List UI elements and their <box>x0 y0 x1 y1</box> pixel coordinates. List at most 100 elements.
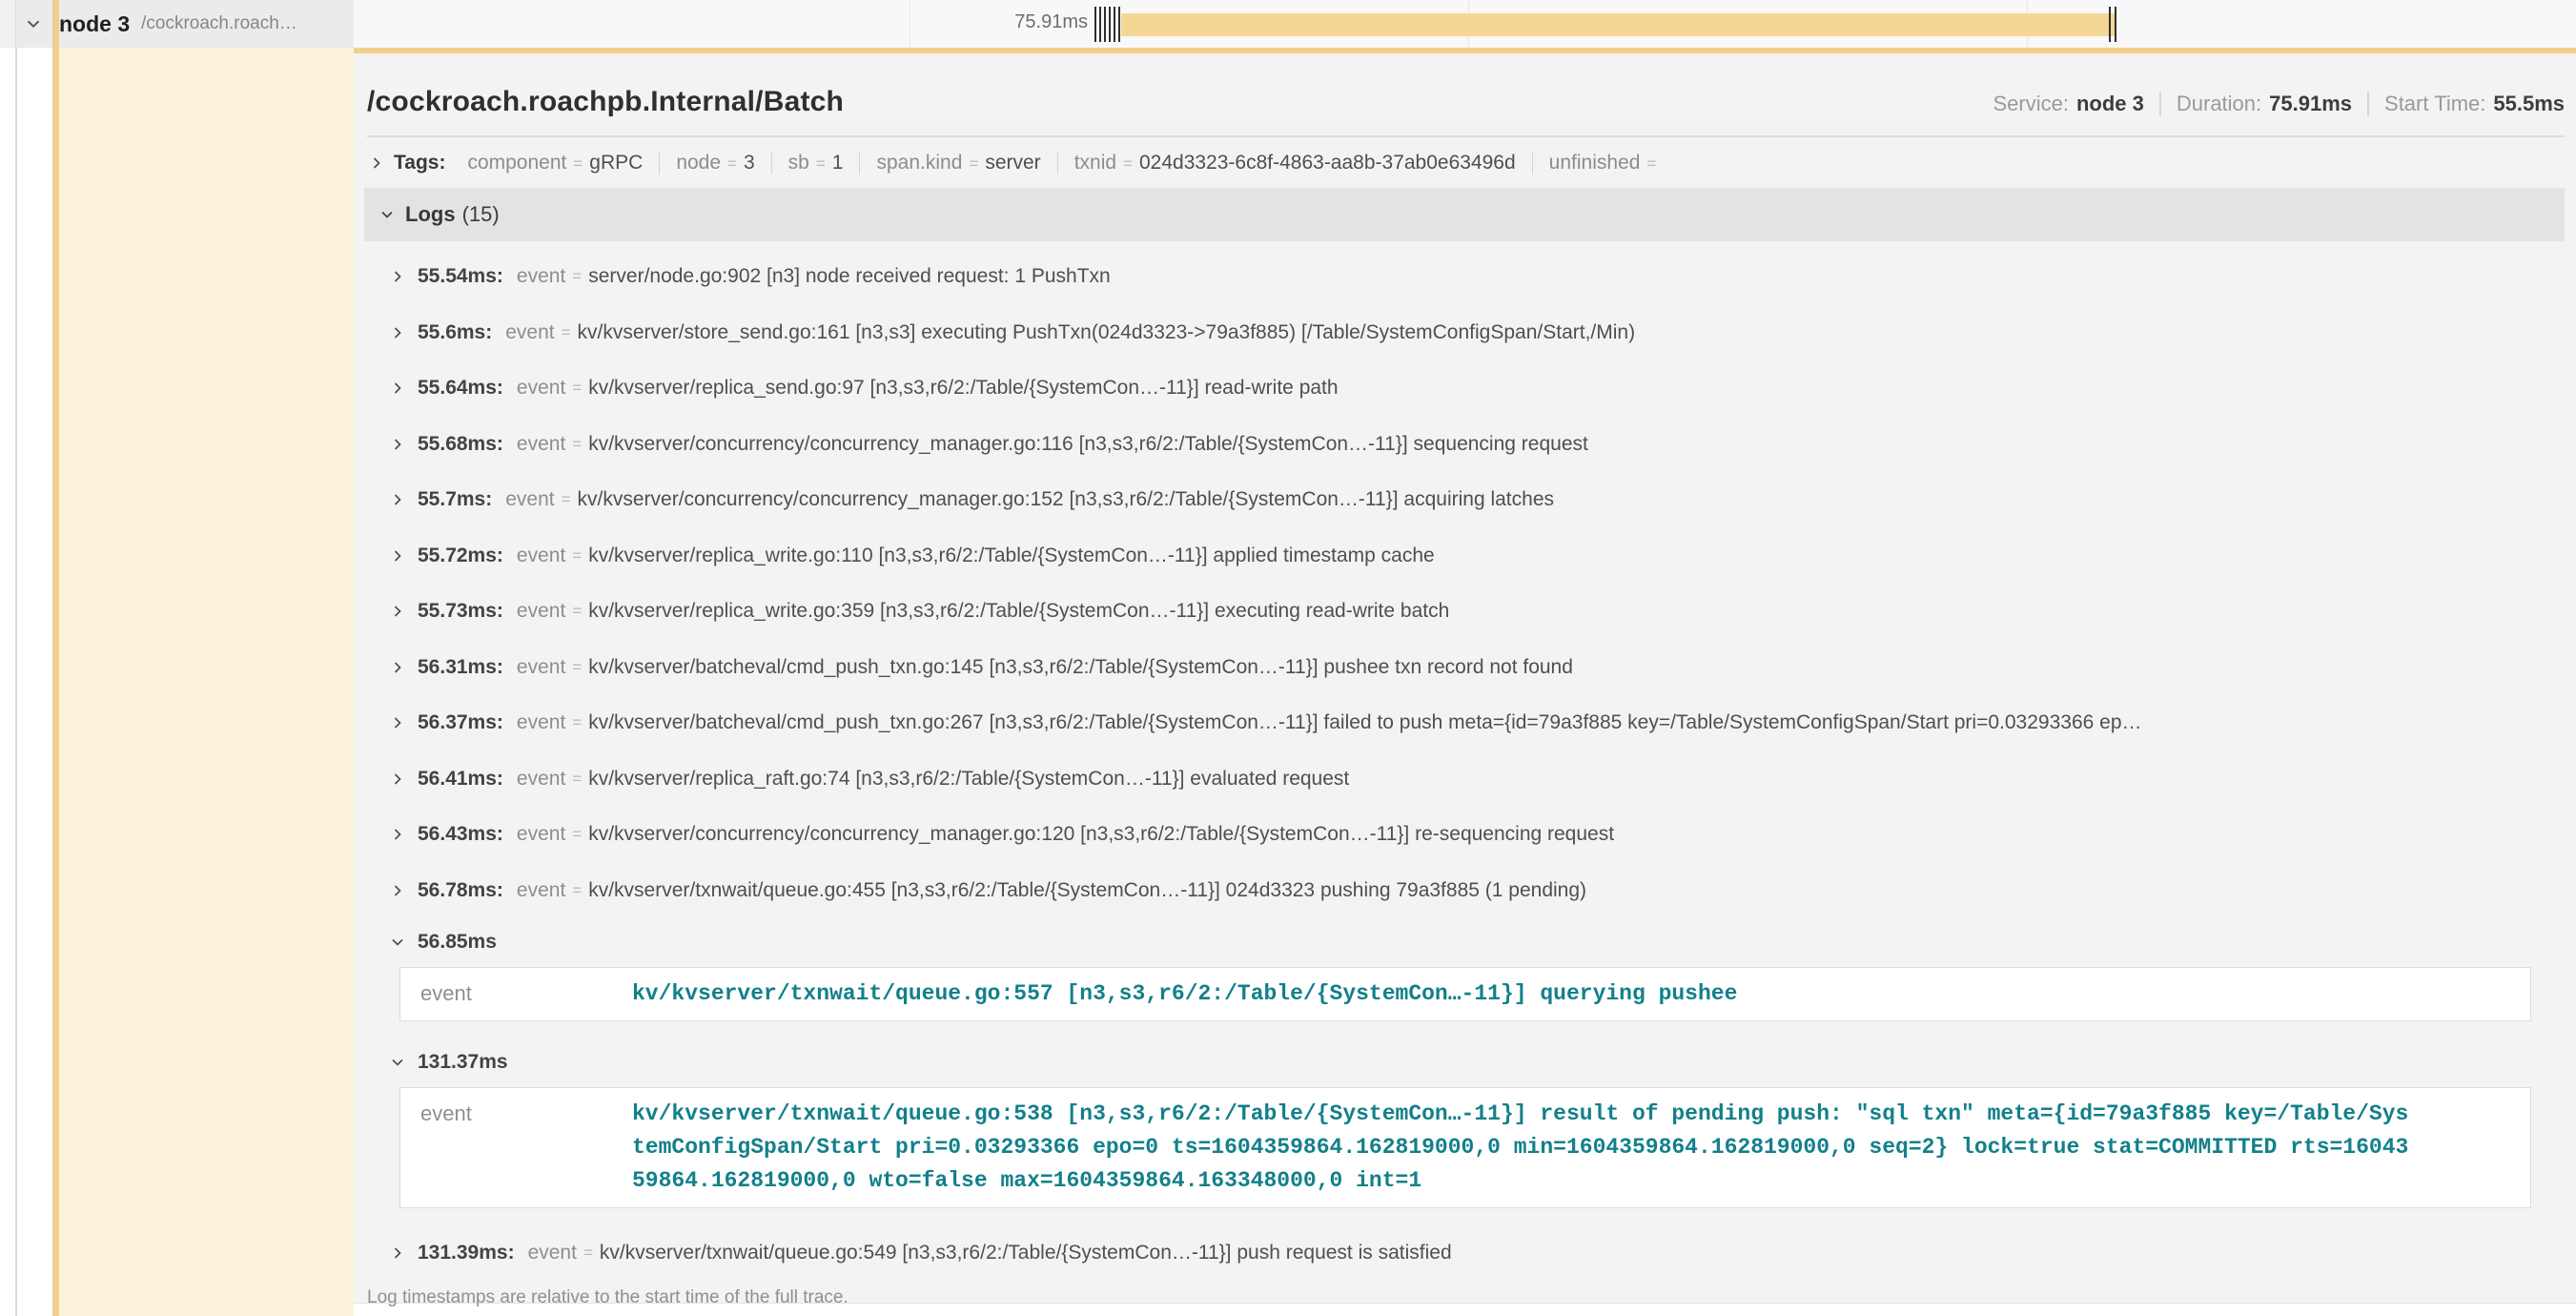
chevron-right-icon[interactable] <box>388 713 407 732</box>
chevron-down-icon[interactable] <box>388 1053 407 1072</box>
meta-label: Start Time: <box>2384 92 2485 116</box>
log-message: kv/kvserver/batcheval/cmd_push_txn.go:14… <box>588 656 1573 679</box>
log-message: kv/kvserver/store_send.go:161 [n3,s3] ex… <box>578 321 1636 344</box>
span-title: /cockroach.roachpb.Internal/Batch <box>367 86 844 118</box>
log-row[interactable]: 55.64ms: event = kv/kvserver/replica_sen… <box>364 360 2565 417</box>
log-detail-text: kv/kvserver/txnwait/queue.go:557 [n3,s3,… <box>632 977 2417 1011</box>
tag-item: sb = 1 <box>771 152 860 175</box>
chevron-right-icon[interactable] <box>388 658 407 677</box>
equals-sign: = <box>572 881 582 900</box>
meta-value: node 3 <box>2076 92 2144 116</box>
chevron-right-icon[interactable] <box>388 490 407 509</box>
log-row[interactable]: 55.68ms: event = kv/kvserver/concurrency… <box>364 417 2565 473</box>
chevron-right-icon[interactable] <box>388 770 407 789</box>
log-row[interactable]: 56.41ms: event = kv/kvserver/replica_raf… <box>364 751 2565 808</box>
logs-footer-note: Log timestamps are relative to the start… <box>367 1287 2576 1308</box>
log-message: kv/kvserver/replica_write.go:110 [n3,s3,… <box>588 545 1435 567</box>
equals-sign: = <box>572 713 582 732</box>
log-message: kv/kvserver/batcheval/cmd_push_txn.go:26… <box>588 711 2141 734</box>
log-marker-tick <box>1109 7 1111 42</box>
log-row[interactable]: 55.7ms: event = kv/kvserver/concurrency/… <box>364 472 2565 528</box>
chevron-right-icon[interactable] <box>388 267 407 286</box>
span-duration-bar[interactable] <box>1121 13 2115 36</box>
log-marker-tick <box>2109 7 2111 42</box>
log-row[interactable]: 55.6ms: event = kv/kvserver/store_send.g… <box>364 305 2565 361</box>
log-entry-expanded: 56.85ms event kv/kvserver/txnwait/queue.… <box>364 918 2565 1021</box>
equals-sign: = <box>969 154 978 174</box>
log-row-expanded-header[interactable]: 131.37ms <box>364 1038 2565 1085</box>
log-row[interactable]: 55.54ms: event = server/node.go:902 [n3]… <box>364 249 2565 305</box>
span-name-cell[interactable]: node 3 /cockroach.roach… <box>16 0 354 48</box>
log-field-name: event <box>528 1242 577 1265</box>
log-row-expanded-header[interactable]: 56.85ms <box>364 918 2565 965</box>
log-message: kv/kvserver/concurrency/concurrency_mana… <box>588 433 1588 456</box>
log-timestamp: 55.64ms: <box>418 377 503 400</box>
tags-row[interactable]: Tags: component = gRPC node = 3 sb = 1 s… <box>367 152 2565 175</box>
equals-sign: = <box>727 154 737 174</box>
equals-sign: = <box>572 825 582 844</box>
chevron-right-icon[interactable] <box>388 881 407 900</box>
chevron-down-icon[interactable] <box>23 13 44 34</box>
log-timestamp: 56.78ms: <box>418 879 503 902</box>
tag-value: 3 <box>744 152 755 175</box>
log-row[interactable]: 56.37ms: event = kv/kvserver/batcheval/c… <box>364 695 2565 751</box>
log-field-name: event <box>517 768 565 791</box>
chevron-right-icon[interactable] <box>367 154 386 173</box>
equals-sign: = <box>572 435 582 454</box>
log-field-name: event <box>517 377 565 400</box>
log-field-name: event <box>517 265 565 288</box>
log-message: kv/kvserver/txnwait/queue.go:549 [n3,s3,… <box>600 1242 1452 1265</box>
log-timestamp: 55.68ms: <box>418 433 503 456</box>
log-field-name: event <box>517 823 565 846</box>
tag-item: unfinished = <box>1532 152 1680 175</box>
chevron-right-icon[interactable] <box>388 435 407 454</box>
log-row[interactable]: 56.78ms: event = kv/kvserver/txnwait/que… <box>364 863 2565 919</box>
meta-value: 55.5ms <box>2493 92 2565 116</box>
log-row[interactable]: 55.72ms: event = kv/kvserver/replica_wri… <box>364 528 2565 585</box>
tag-key: component <box>467 152 566 175</box>
log-marker-tick <box>1114 7 1115 42</box>
tag-key: node <box>676 152 721 175</box>
chevron-down-icon[interactable] <box>378 205 397 224</box>
tag-item: txnid = 024d3323-6c8f-4863-aa8b-37ab0e63… <box>1057 152 1532 175</box>
log-message: kv/kvserver/replica_send.go:97 [n3,s3,r6… <box>588 377 1338 400</box>
log-message: kv/kvserver/txnwait/queue.go:455 [n3,s3,… <box>588 879 1586 902</box>
chevron-right-icon[interactable] <box>388 825 407 844</box>
log-row[interactable]: 56.31ms: event = kv/kvserver/batcheval/c… <box>364 640 2565 696</box>
log-field-name: event <box>517 600 565 623</box>
chevron-right-icon[interactable] <box>388 1244 407 1263</box>
equals-sign: = <box>816 154 826 174</box>
log-timestamp: 56.37ms: <box>418 711 503 734</box>
log-marker-tick <box>1104 7 1106 42</box>
log-rows-list: 55.54ms: event = server/node.go:902 [n3]… <box>364 249 2565 1282</box>
log-timestamp: 55.7ms: <box>418 488 492 511</box>
log-row[interactable]: 56.43ms: event = kv/kvserver/concurrency… <box>364 807 2565 863</box>
tags-list: component = gRPC node = 3 sb = 1 span.ki… <box>451 152 1679 175</box>
log-marker-tick <box>2115 7 2116 42</box>
chevron-right-icon[interactable] <box>388 602 407 621</box>
equals-sign: = <box>572 658 582 677</box>
log-row[interactable]: 55.73ms: event = kv/kvserver/replica_wri… <box>364 584 2565 640</box>
tags-label: Tags: <box>394 152 445 175</box>
log-message: kv/kvserver/replica_write.go:359 [n3,s3,… <box>588 600 1449 623</box>
log-message: kv/kvserver/concurrency/concurrency_mana… <box>588 823 1614 846</box>
chevron-down-icon[interactable] <box>388 933 407 952</box>
meta-value: 75.91ms <box>2269 92 2352 116</box>
tag-value: server <box>985 152 1040 175</box>
log-detail-card: event kv/kvserver/txnwait/queue.go:557 [… <box>399 967 2531 1021</box>
tag-key: unfinished <box>1549 152 1641 175</box>
log-row[interactable]: 131.39ms: event = kv/kvserver/txnwait/qu… <box>364 1225 2565 1282</box>
log-field-name: event <box>517 711 565 734</box>
chevron-right-icon[interactable] <box>388 546 407 565</box>
tag-key: txnid <box>1074 152 1116 175</box>
equals-sign: = <box>572 267 582 286</box>
logs-title: Logs <box>405 202 456 227</box>
log-field-name: event <box>517 879 565 902</box>
tag-key: sb <box>788 152 809 175</box>
tag-value: 024d3323-6c8f-4863-aa8b-37ab0e63496d <box>1139 152 1516 175</box>
chevron-right-icon[interactable] <box>388 323 407 342</box>
log-marker-tick <box>1094 7 1096 42</box>
logs-section-header[interactable]: Logs (15) <box>364 188 2565 241</box>
chevron-right-icon[interactable] <box>388 379 407 398</box>
log-detail-card: event kv/kvserver/txnwait/queue.go:538 [… <box>399 1087 2531 1208</box>
